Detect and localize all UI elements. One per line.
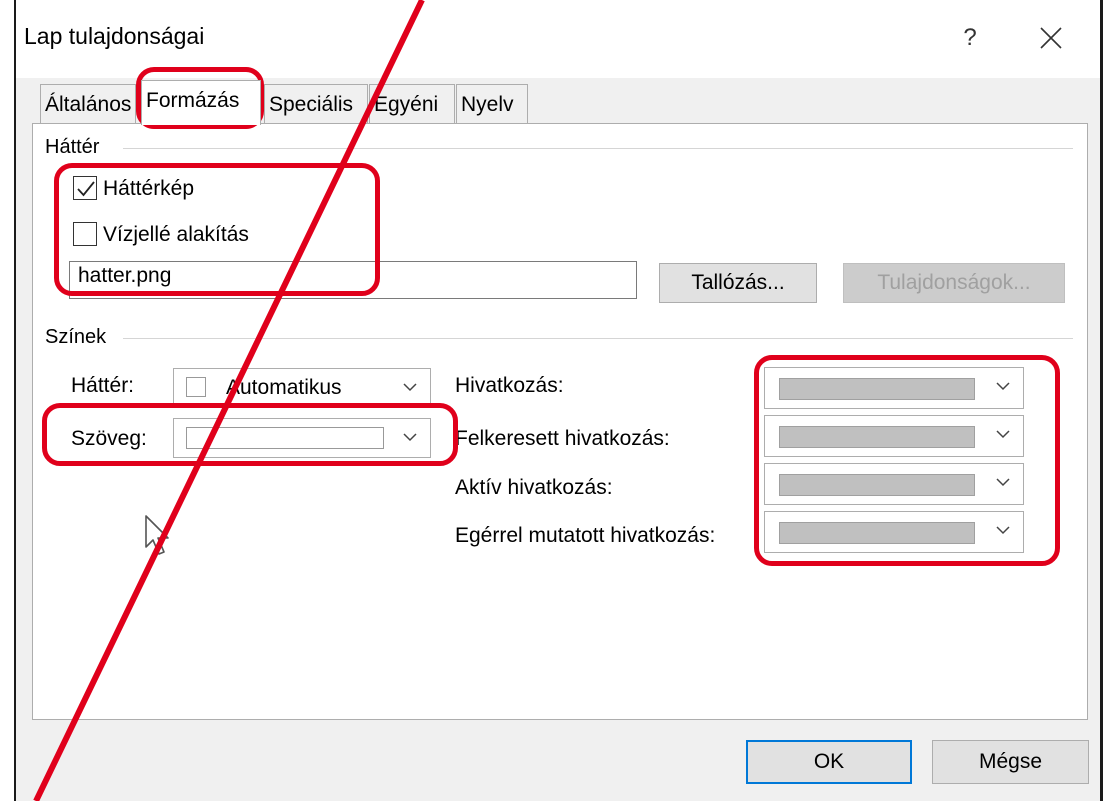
cancel-button[interactable]: Mégse <box>932 740 1089 784</box>
background-color-label: Háttér: <box>71 374 135 397</box>
hover-link-color-select[interactable] <box>764 511 1024 553</box>
background-image-label: Háttérkép <box>103 177 195 200</box>
close-button[interactable] <box>1026 18 1076 58</box>
tab-advanced[interactable]: Speciális <box>264 84 368 124</box>
color-swatch <box>779 426 975 448</box>
chevron-down-icon <box>996 478 1010 487</box>
group-divider <box>123 148 1073 149</box>
group-label-background: Háttér <box>45 136 106 159</box>
watermark-checkbox[interactable] <box>73 222 97 246</box>
active-link-color-select[interactable] <box>764 463 1024 505</box>
tab-formatting[interactable]: Formázás <box>141 80 261 125</box>
background-color-value: Automatikus <box>226 376 342 399</box>
properties-button[interactable]: Tulajdonságok... <box>843 263 1065 303</box>
tab-custom[interactable]: Egyéni <box>369 84 455 124</box>
watermark-label: Vízjellé alakítás <box>103 223 249 246</box>
window-left-border <box>14 0 16 801</box>
chevron-down-icon <box>403 433 417 442</box>
background-color-select[interactable]: Automatikus <box>173 368 431 408</box>
color-swatch <box>186 377 206 397</box>
group-divider <box>123 338 1073 339</box>
title-bar: Lap tulajdonságai ? <box>16 0 1100 78</box>
properties-dialog: Lap tulajdonságai ? Általános Formázás S… <box>0 0 1103 801</box>
text-color-select[interactable] <box>173 418 431 458</box>
chevron-down-icon <box>996 526 1010 535</box>
mouse-pointer-icon <box>145 515 169 555</box>
text-color-label: Szöveg: <box>71 427 147 450</box>
link-color-select[interactable] <box>764 367 1024 409</box>
background-file-input[interactable]: hatter.png <box>69 261 637 299</box>
tab-panel-formatting: Háttér Háttérkép Vízjellé alakítás hatte… <box>32 123 1088 720</box>
chevron-down-icon <box>996 382 1010 391</box>
color-swatch <box>779 378 975 400</box>
window-title: Lap tulajdonságai <box>24 23 205 49</box>
group-label-colors: Színek <box>45 326 113 349</box>
browse-button[interactable]: Tallózás... <box>659 263 817 303</box>
visited-link-color-select[interactable] <box>764 415 1024 457</box>
hover-link-color-label: Egérrel mutatott hivatkozás: <box>455 524 716 547</box>
color-swatch <box>186 427 384 449</box>
check-icon <box>77 181 95 197</box>
help-button[interactable]: ? <box>950 18 990 58</box>
close-icon <box>1040 27 1062 49</box>
chevron-down-icon <box>403 383 417 392</box>
help-icon: ? <box>963 24 977 51</box>
color-swatch <box>779 522 975 544</box>
tab-language[interactable]: Nyelv <box>456 84 528 124</box>
background-image-checkbox[interactable] <box>73 176 97 200</box>
tab-general[interactable]: Általános <box>40 84 136 124</box>
link-color-label: Hivatkozás: <box>455 374 564 397</box>
active-link-color-label: Aktív hivatkozás: <box>455 476 613 499</box>
visited-link-color-label: Felkeresett hivatkozás: <box>455 427 670 450</box>
color-swatch <box>779 474 975 496</box>
chevron-down-icon <box>996 430 1010 439</box>
ok-button[interactable]: OK <box>746 740 912 784</box>
